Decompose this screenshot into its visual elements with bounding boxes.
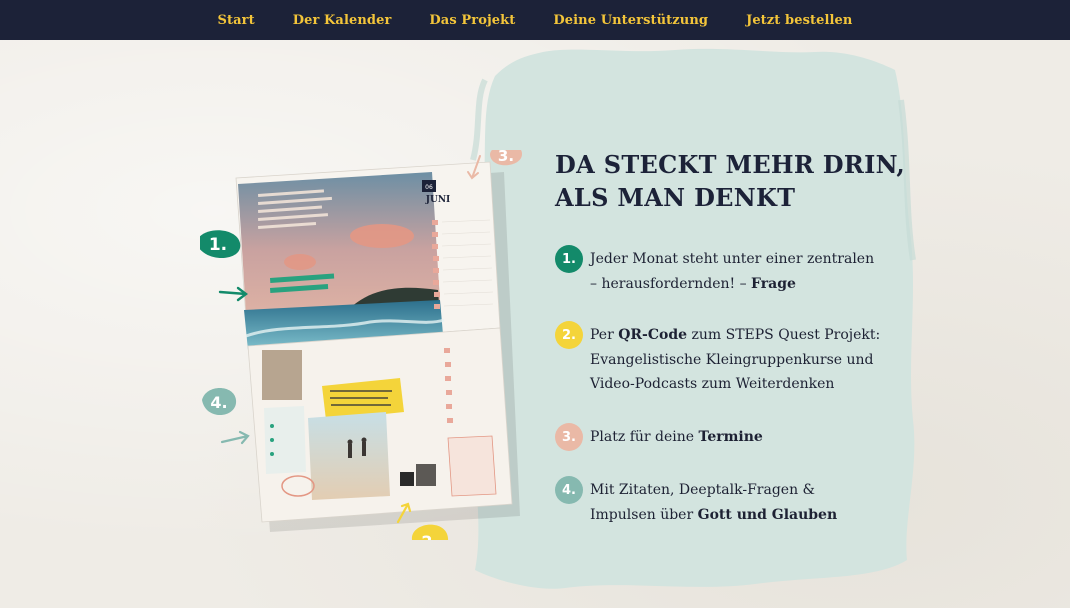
heading-line-1: DA STECKT MEHR DRIN, [555, 150, 906, 179]
heading-line-2: ALS MAN DENKT [555, 183, 796, 212]
top-navigation: Start Der Kalender Das Projekt Deine Unt… [0, 0, 1070, 40]
feature-item-4: 4. Mit Zitaten, Deeptalk-Fragen & Impuls… [555, 476, 885, 527]
callout-2-label: 2. [421, 532, 438, 540]
feature-item-3: 3. Platz für deine Termine [555, 423, 885, 451]
callout-1-label: 1. [209, 235, 227, 255]
feature-number-badge: 2. [555, 321, 583, 349]
calendar-illustration: 06 JUNI 1. 4. 3. [200, 150, 522, 540]
feature-text: Per QR-Code zum STEPS Quest Projekt: Eva… [590, 327, 881, 392]
calendar-month-name: JUNI [425, 195, 451, 205]
nav-item-der-kalender[interactable]: Der Kalender [293, 13, 392, 28]
calendar-month-number: 06 [425, 184, 433, 191]
feature-number-badge: 1. [555, 245, 583, 273]
nav-item-das-projekt[interactable]: Das Projekt [429, 13, 515, 28]
feature-text: Platz für deine Termine [590, 429, 763, 445]
feature-item-1: 1. Jeder Monat steht unter einer zentral… [555, 245, 885, 296]
feature-item-2: 2. Per QR-Code zum STEPS Quest Projekt: … [555, 321, 885, 397]
nav-item-start[interactable]: Start [218, 13, 255, 28]
feature-text: Jeder Monat steht unter einer zentralen … [590, 251, 875, 292]
section-heading: DA STECKT MEHR DRIN, ALS MAN DENKT [555, 148, 915, 214]
nav-item-deine-unterstuetzung[interactable]: Deine Unterstützung [553, 13, 708, 28]
feature-text: Mit Zitaten, Deeptalk-Fragen & Impulsen … [590, 482, 838, 523]
feature-number-badge: 3. [555, 423, 583, 451]
callout-3-label: 3. [498, 150, 514, 165]
callout-4-label: 4. [210, 393, 227, 412]
feature-number-badge: 4. [555, 476, 583, 504]
nav-item-jetzt-bestellen[interactable]: Jetzt bestellen [746, 13, 852, 28]
